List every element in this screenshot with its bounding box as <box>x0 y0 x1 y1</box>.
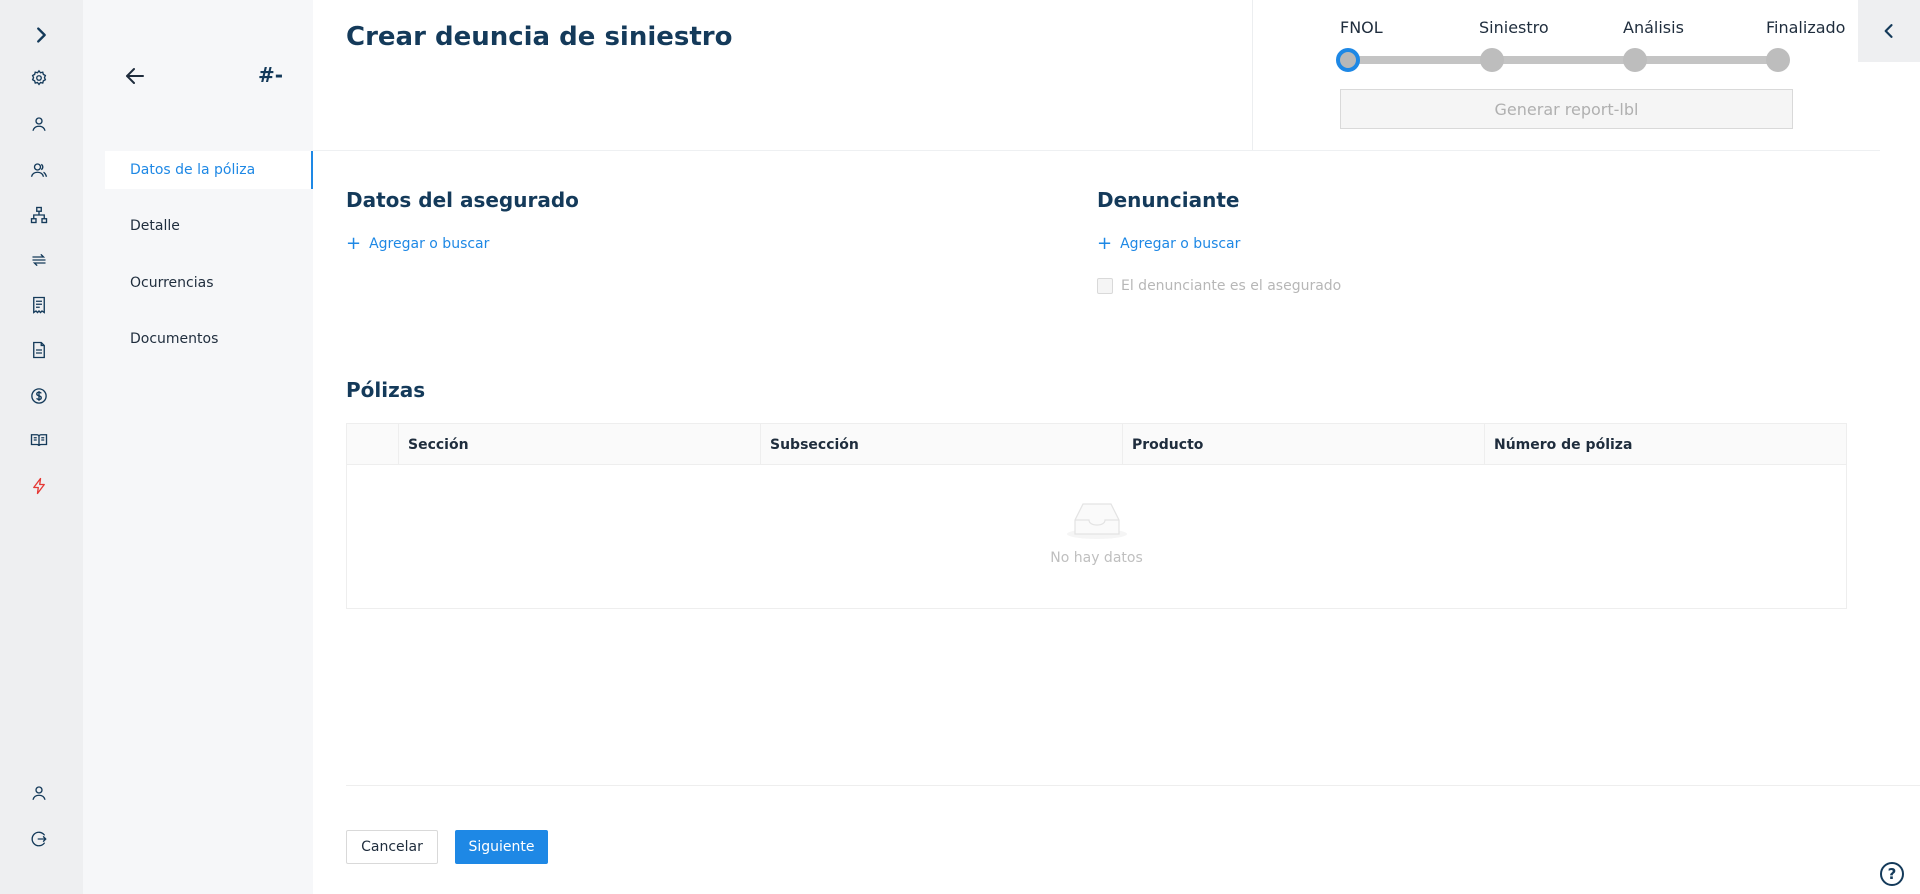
nav-item-datos-poliza[interactable]: Datos de la póliza <box>105 151 313 189</box>
step-label-finalizado: Finalizado <box>1766 18 1846 37</box>
header-divider <box>313 150 1880 151</box>
gear-icon[interactable] <box>26 65 52 91</box>
claim-id: #- <box>258 63 284 87</box>
reporter-section-title: Denunciante <box>1097 188 1240 212</box>
dollar-icon[interactable] <box>26 383 52 409</box>
profile-icon[interactable] <box>26 780 52 806</box>
receipt-icon[interactable] <box>26 292 52 318</box>
policies-table: Sección Subsección Producto Número de pó… <box>346 423 1847 609</box>
policies-section-title: Pólizas <box>346 378 426 402</box>
expand-menu-chevron-right-icon[interactable] <box>28 22 54 48</box>
step-label-fnol: FNOL <box>1340 18 1383 37</box>
reporter-add-search-link[interactable]: + Agregar o buscar <box>1097 233 1241 254</box>
collapse-panel-chevron-left-icon[interactable] <box>1858 0 1920 62</box>
back-arrow-icon[interactable] <box>123 64 147 88</box>
generate-report-button[interactable]: Generar report-lbl <box>1340 89 1793 129</box>
step-dot-finalizado[interactable] <box>1766 48 1790 72</box>
column-header-producto: Producto <box>1122 424 1484 465</box>
stepper-track <box>1348 56 1778 64</box>
page-title: Crear deuncia de siniestro <box>346 22 733 52</box>
lightning-icon[interactable] <box>26 473 52 499</box>
icon-rail <box>0 0 83 894</box>
step-dot-analisis[interactable] <box>1623 48 1647 72</box>
plus-icon: + <box>346 233 362 254</box>
column-header-numero-poliza: Número de póliza <box>1484 424 1846 465</box>
nav-item-detalle[interactable]: Detalle <box>105 207 313 245</box>
user-icon[interactable] <box>26 111 52 137</box>
plus-icon: + <box>1097 233 1113 254</box>
transfer-icon[interactable] <box>26 247 52 273</box>
help-icon[interactable]: ? <box>1880 862 1904 886</box>
footer-divider <box>346 785 1920 786</box>
empty-state-text: No hay datos <box>1050 550 1143 566</box>
table-header: Sección Subsección Producto Número de pó… <box>347 424 1846 465</box>
reporter-is-insured-checkbox[interactable] <box>1097 278 1113 294</box>
column-header-seccion: Sección <box>398 424 760 465</box>
next-button[interactable]: Siguiente <box>455 830 548 864</box>
reporter-is-insured-label: El denunciante es el asegurado <box>1121 278 1342 294</box>
step-dot-siniestro[interactable] <box>1480 48 1504 72</box>
logout-icon[interactable] <box>26 826 52 852</box>
book-icon[interactable] <box>26 427 52 453</box>
insured-section-title: Datos del asegurado <box>346 188 579 212</box>
step-dot-fnol[interactable] <box>1336 48 1360 72</box>
reporter-is-insured-checkbox-row[interactable]: El denunciante es el asegurado <box>1097 278 1341 294</box>
nav-item-ocurrencias[interactable]: Ocurrencias <box>105 264 313 302</box>
insured-add-search-link[interactable]: + Agregar o buscar <box>346 233 490 254</box>
empty-inbox-icon <box>1066 503 1127 539</box>
section-nav: #- Datos de la póliza Detalle Ocurrencia… <box>83 0 313 894</box>
column-header-subseccion: Subsección <box>760 424 1122 465</box>
document-icon[interactable] <box>26 337 52 363</box>
step-label-siniestro: Siniestro <box>1479 18 1549 37</box>
empty-state: No hay datos <box>347 498 1846 566</box>
users-icon[interactable] <box>26 157 52 183</box>
cancel-button[interactable]: Cancelar <box>346 830 438 864</box>
step-label-analisis: Análisis <box>1623 18 1684 37</box>
hierarchy-icon[interactable] <box>26 202 52 228</box>
nav-item-documentos[interactable]: Documentos <box>105 320 313 358</box>
reporter-add-label: Agregar o buscar <box>1120 236 1241 252</box>
insured-add-label: Agregar o buscar <box>369 236 490 252</box>
